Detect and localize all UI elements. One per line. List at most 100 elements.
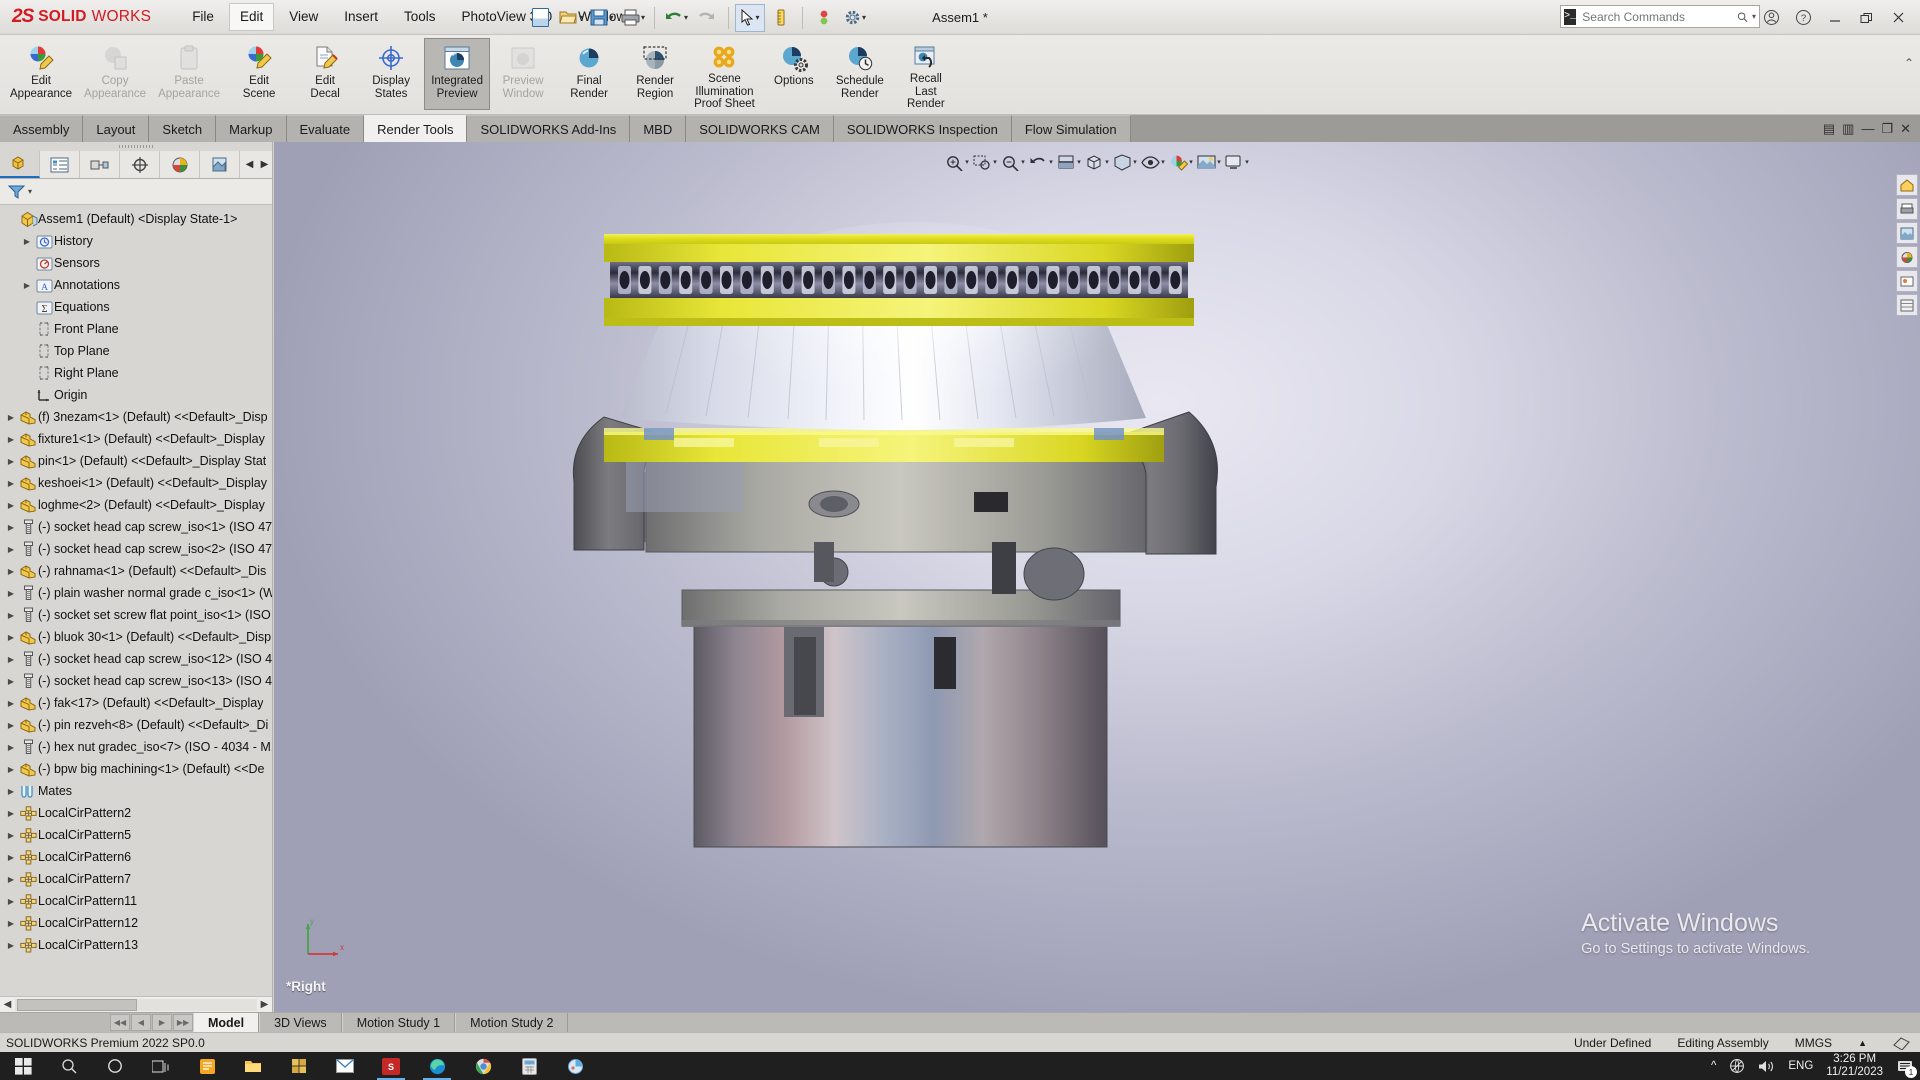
chevron-down-icon[interactable]: ▾	[993, 158, 997, 166]
tab-solidworks-inspection[interactable]: SOLIDWORKS Inspection	[833, 115, 1012, 142]
display-style-button[interactable]: ▾	[1112, 150, 1138, 174]
search-input[interactable]	[1576, 9, 1738, 24]
tree-horizontal-scrollbar[interactable]: ◀ ▶	[0, 996, 272, 1012]
measure-button[interactable]	[766, 4, 796, 32]
menu-item-insert[interactable]: Insert	[333, 3, 389, 31]
expand-arrow-icon[interactable]: ▶	[4, 501, 18, 510]
help-button[interactable]: ?	[1788, 4, 1818, 32]
dimxpert-manager-tab[interactable]	[120, 151, 160, 178]
apply-scene-button[interactable]: ▾	[1196, 150, 1222, 174]
solidworks-taskbar-button[interactable]: S	[368, 1052, 414, 1080]
save-button[interactable]: ▾	[587, 4, 617, 32]
expand-arrow-icon[interactable]: ▶	[4, 831, 18, 840]
expand-arrow-icon[interactable]: ▶	[4, 787, 18, 796]
tree-item[interactable]: ▶ (-) bluok 30<1> (Default) <<Default>_Di…	[0, 626, 272, 648]
feature-manager-tab[interactable]	[0, 151, 40, 178]
tree-item[interactable]: ▶ loghme<2> (Default) <<Default>_Display	[0, 494, 272, 516]
scroll-right-icon[interactable]: ▶	[257, 999, 272, 1010]
display-states-button[interactable]: Display States	[358, 38, 424, 110]
units-indicator[interactable]: MMGS	[1795, 1036, 1832, 1050]
tab-sketch[interactable]: Sketch	[149, 115, 217, 142]
new-document-button[interactable]	[525, 4, 555, 32]
expand-arrow-icon[interactable]: ▶	[4, 765, 18, 774]
chevron-down-icon[interactable]: ▾	[1021, 158, 1025, 166]
search-button[interactable]	[46, 1052, 92, 1080]
volume-icon[interactable]	[1758, 1059, 1775, 1074]
custom-view-button[interactable]	[1896, 294, 1918, 316]
window-close-icon[interactable]: ✕	[1900, 122, 1911, 135]
restore-button[interactable]	[1852, 4, 1882, 32]
tab-layout[interactable]: Layout	[83, 115, 150, 142]
expand-arrow-icon[interactable]: ▶	[4, 809, 18, 818]
last-tab-button[interactable]: ▶▶	[173, 1014, 193, 1031]
scroll-track[interactable]	[15, 998, 257, 1011]
tab-assembly[interactable]: Assembly	[0, 115, 84, 142]
panel-grip[interactable]	[0, 142, 272, 151]
tile-vertical-icon[interactable]: ▥	[1842, 122, 1854, 135]
undo-button[interactable]: ▾	[661, 4, 691, 32]
edge-taskbar-button[interactable]	[414, 1052, 460, 1080]
clock[interactable]: 3:26 PM 11/21/2023	[1826, 1053, 1883, 1079]
expand-arrow-icon[interactable]: ▶	[4, 611, 18, 620]
tab-solidworks-cam[interactable]: SOLIDWORKS CAM	[686, 115, 834, 142]
bottom-tab-motion-study-2[interactable]: Motion Study 2	[455, 1013, 569, 1032]
display-manager-tab[interactable]	[160, 151, 200, 178]
search-commands-box[interactable]: >_ ▾	[1560, 5, 1760, 28]
redo-button[interactable]	[692, 4, 722, 32]
schedule-render-button[interactable]: Schedule Render	[827, 38, 893, 110]
graphics-area[interactable]: ▾ ▾ ▾ ▾ ▾ ▾ ▾ ▾ ▾ ▾ ▾ x y *Right Activat…	[274, 142, 1920, 1012]
expand-arrow-icon[interactable]: ▶	[4, 567, 18, 576]
edit-scene-button[interactable]: Edit Scene	[226, 38, 292, 110]
expand-arrow-icon[interactable]: ▶	[4, 919, 18, 928]
expand-arrow-icon[interactable]: ▶	[4, 435, 18, 444]
zoom-to-fit-button[interactable]: ▾	[944, 150, 970, 174]
scroll-left-icon[interactable]: ◀	[242, 159, 257, 170]
tree-item[interactable]: ▶ History	[0, 230, 272, 252]
tree-item[interactable]: ▶ (-) socket head cap screw_iso<1> (ISO 4…	[0, 516, 272, 538]
expand-arrow-icon[interactable]: ▶	[4, 589, 18, 598]
tree-item[interactable]: ▶ (-) rahnama<1> (Default) <<Default>_Dis	[0, 560, 272, 582]
menu-item-file[interactable]: File	[181, 3, 225, 31]
print3d-button[interactable]	[1896, 198, 1918, 220]
tree-item[interactable]: ▶ (-) pin rezveh<8> (Default) <<Default>_…	[0, 714, 272, 736]
start-button[interactable]	[0, 1052, 46, 1080]
cortana-button[interactable]	[92, 1052, 138, 1080]
view-settings-button[interactable]: ▾	[1224, 150, 1250, 174]
next-tab-button[interactable]: ▶	[152, 1014, 172, 1031]
bottom-tab-model[interactable]: Model	[193, 1013, 260, 1032]
window-minimize-icon[interactable]: —	[1861, 122, 1874, 135]
notifications-button[interactable]: 1	[1896, 1057, 1917, 1078]
edit-decal-button[interactable]: Edit Decal	[292, 38, 358, 110]
view-orientation-button[interactable]: ▾	[1084, 150, 1110, 174]
tree-item[interactable]: ▶ A Annotations	[0, 274, 272, 296]
tree-item[interactable]: Right Plane	[0, 362, 272, 384]
print-button[interactable]: ▾	[618, 4, 648, 32]
tab-evaluate[interactable]: Evaluate	[286, 115, 365, 142]
final-render-button[interactable]: Final Render	[556, 38, 622, 110]
task-view-button[interactable]	[138, 1052, 184, 1080]
expand-arrow-icon[interactable]: ▶	[4, 479, 18, 488]
open-document-button[interactable]: ▾	[556, 4, 586, 32]
tree-item[interactable]: ▶ (-) plain washer normal grade c_iso<1> …	[0, 582, 272, 604]
menu-item-view[interactable]: View	[278, 3, 329, 31]
expand-arrow-icon[interactable]: ▶	[4, 457, 18, 466]
expand-arrow-icon[interactable]: ▶	[4, 633, 18, 642]
render-region-button[interactable]: Render Region	[622, 38, 688, 110]
overlay-status-icon[interactable]	[1893, 1036, 1910, 1050]
scroll-thumb[interactable]	[17, 998, 137, 1011]
tab-render-tools[interactable]: Render Tools	[364, 115, 468, 142]
tree-item[interactable]: ▶ pin<1> (Default) <<Default>_Display Sta…	[0, 450, 272, 472]
appearance-button[interactable]	[1896, 222, 1918, 244]
tab-solidworks-add-ins[interactable]: SOLIDWORKS Add-Ins	[467, 115, 631, 142]
expand-arrow-icon[interactable]: ▶	[4, 897, 18, 906]
chevron-down-icon[interactable]: ▾	[1105, 158, 1109, 166]
expand-arrow-icon[interactable]: ▶	[4, 853, 18, 862]
expand-arrow-icon[interactable]: ▶	[4, 743, 18, 752]
expand-arrow-icon[interactable]: ▶	[20, 281, 34, 290]
decal-button[interactable]	[1896, 270, 1918, 292]
tree-item[interactable]: ▶ (-) socket set screw flat point_iso<1> …	[0, 604, 272, 626]
bottom-tab-motion-study-1[interactable]: Motion Study 1	[341, 1013, 456, 1032]
tree-item[interactable]: ▶ LocalCirPattern7	[0, 868, 272, 890]
bottom-tab-3d-views[interactable]: 3D Views	[259, 1013, 342, 1032]
notepad-taskbar-button[interactable]	[184, 1052, 230, 1080]
